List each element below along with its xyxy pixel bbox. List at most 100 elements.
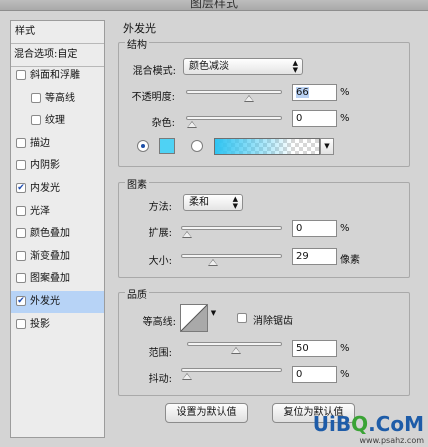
style-item[interactable]: 纹理: [11, 110, 104, 132]
style-item-checkbox[interactable]: [31, 115, 41, 126]
style-item-checkbox[interactable]: ✔: [16, 183, 26, 193]
solid-color-radio[interactable]: [137, 140, 149, 152]
jitter-input[interactable]: 0: [292, 366, 337, 383]
style-item-label: 渐变叠加: [30, 250, 70, 262]
jitter-label: 抖动:: [148, 374, 172, 385]
size-input[interactable]: 29: [292, 248, 337, 265]
range-input[interactable]: 50: [292, 340, 337, 357]
opacity-unit: %: [340, 87, 350, 98]
noise-value: 0: [296, 113, 303, 124]
section-title: 外发光: [123, 22, 156, 35]
style-item-checkbox[interactable]: ✔: [16, 296, 26, 306]
watermark-site: www.psahz.com: [359, 436, 424, 445]
watermark-logo: UiBQ.CoM: [313, 412, 424, 436]
style-item-label: 图案叠加: [30, 273, 70, 285]
method-select[interactable]: 柔和 ▲ ▼: [183, 194, 243, 211]
jitter-slider-track[interactable]: [181, 368, 282, 380]
jitter-value: 0: [296, 369, 303, 380]
style-item[interactable]: ✔ 外发光: [11, 291, 104, 313]
glow-gradient-picker[interactable]: [214, 138, 320, 155]
style-item-checkbox[interactable]: [16, 70, 26, 80]
method-value: 柔和: [189, 197, 209, 208]
blend-mode-value: 颜色减淡: [189, 61, 229, 72]
up-down-arrows-icon: ▲ ▼: [232, 195, 238, 210]
style-item-label: 纹理: [45, 115, 65, 127]
opacity-label: 不透明度:: [131, 92, 175, 103]
style-item[interactable]: ✔ 内发光: [11, 178, 104, 200]
range-slider-track[interactable]: [187, 342, 282, 354]
spread-value: 0: [296, 223, 303, 234]
chevron-down-icon: ▼: [324, 142, 330, 150]
style-item[interactable]: 描边: [11, 133, 104, 155]
style-item-label: 光泽: [30, 205, 50, 217]
anti-alias-checkbox[interactable]: [237, 313, 247, 323]
up-down-arrows-icon: ▲ ▼: [292, 59, 298, 74]
style-item-checkbox[interactable]: [16, 137, 26, 148]
size-label: 大小:: [148, 256, 172, 267]
style-item-checkbox[interactable]: [16, 228, 26, 239]
contour-label: 等高线:: [142, 317, 176, 328]
chevron-down-icon: ▼: [210, 309, 217, 317]
styles-list-panel: 样式 混合选项:自定 斜面和浮雕等高线纹理描边内阴影 ✔ 内发光光泽颜色叠加渐变叠加…: [10, 20, 105, 438]
style-item[interactable]: 等高线: [11, 88, 104, 110]
style-item[interactable]: 投影: [11, 314, 104, 336]
gradient-radio[interactable]: [191, 140, 203, 152]
quality-title: 品质: [125, 286, 149, 301]
style-item-label: 等高线: [45, 92, 75, 104]
blend-mode-label: 混合模式:: [132, 66, 176, 77]
range-label: 范围:: [148, 348, 172, 359]
opacity-slider-thumb[interactable]: [243, 95, 254, 102]
size-slider-track[interactable]: [181, 254, 282, 266]
style-item[interactable]: 光泽: [11, 201, 104, 223]
spread-slider-track[interactable]: [181, 226, 282, 238]
style-item[interactable]: 渐变叠加: [11, 246, 104, 268]
spread-unit: %: [340, 223, 350, 234]
style-item-checkbox[interactable]: [31, 92, 41, 103]
watermark-logo-right: .CoM: [368, 412, 424, 436]
jitter-slider-thumb[interactable]: [182, 373, 192, 380]
linear-contour-icon: [180, 304, 208, 332]
glow-color-swatch[interactable]: [159, 138, 175, 154]
spread-slider-thumb[interactable]: [182, 231, 192, 238]
range-value: 50: [296, 343, 309, 354]
noise-slider-thumb[interactable]: [187, 121, 197, 128]
jitter-unit: %: [340, 369, 350, 380]
style-item-checkbox[interactable]: [16, 318, 26, 329]
watermark-logo-o: Q: [351, 412, 369, 436]
style-item-label: 颜色叠加: [30, 228, 70, 240]
noise-label: 杂色:: [151, 118, 175, 129]
window-title: 图层样式: [189, 0, 238, 10]
set-default-button[interactable]: 设置为默认值: [165, 403, 248, 423]
watermark-logo-left: UiB: [312, 412, 352, 436]
style-item-label: 内发光: [30, 183, 60, 194]
style-item-checkbox[interactable]: [16, 205, 26, 216]
watermark: UiBQ.CoM www.psahz.com: [313, 412, 424, 445]
blending-options-item[interactable]: 混合选项:自定: [11, 44, 104, 67]
blend-mode-select[interactable]: 颜色减淡 ▲ ▼: [183, 58, 303, 75]
range-unit: %: [340, 343, 350, 354]
noise-slider-track[interactable]: [186, 116, 282, 128]
style-item-checkbox[interactable]: [16, 273, 26, 284]
contour-picker[interactable]: [180, 304, 208, 332]
style-item-label: 描边: [30, 137, 50, 149]
elements-title: 图素: [125, 176, 149, 191]
styles-header[interactable]: 样式: [11, 21, 104, 44]
style-item-checkbox[interactable]: [16, 160, 26, 171]
style-item[interactable]: 内阴影: [11, 155, 104, 177]
noise-input[interactable]: 0: [292, 110, 337, 127]
opacity-input[interactable]: 66: [292, 84, 337, 101]
range-slider-thumb[interactable]: [230, 347, 241, 354]
style-item-label: 斜面和浮雕: [30, 70, 80, 81]
style-item-checkbox[interactable]: [16, 250, 26, 261]
style-item[interactable]: 斜面和浮雕: [11, 65, 104, 87]
style-item[interactable]: 颜色叠加: [11, 223, 104, 245]
spread-input[interactable]: 0: [292, 220, 337, 237]
gradient-dropdown-arrow[interactable]: ▼: [320, 138, 334, 155]
opacity-value: 66: [296, 87, 309, 98]
contour-dropdown-arrow[interactable]: ▼: [209, 307, 218, 335]
window-titlebar: 图层样式: [0, 0, 428, 11]
style-item[interactable]: 图案叠加: [11, 268, 104, 290]
opacity-slider-track[interactable]: [186, 90, 282, 102]
style-item-label: 内阴影: [30, 160, 60, 172]
size-slider-thumb[interactable]: [208, 259, 219, 266]
